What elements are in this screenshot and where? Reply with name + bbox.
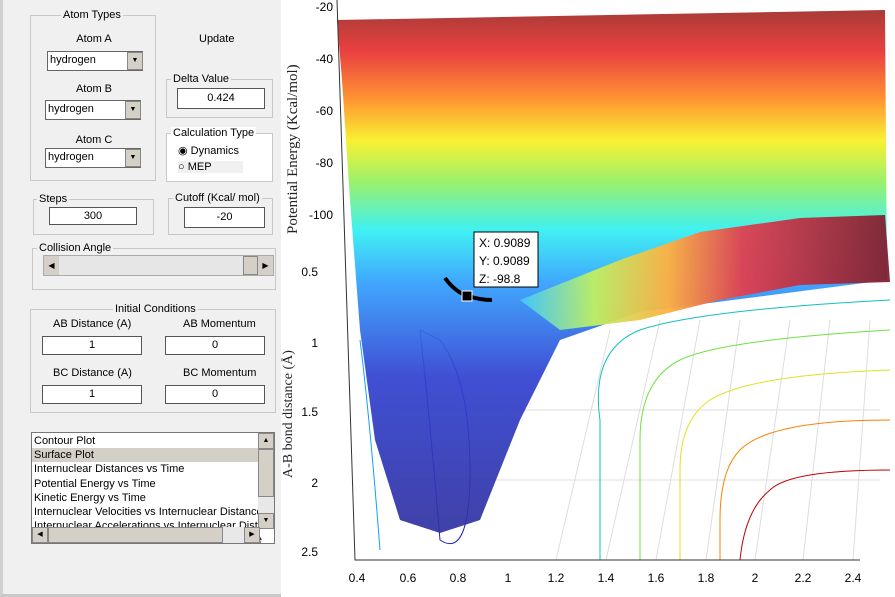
list-item[interactable]: Potential Energy vs Time: [32, 477, 260, 491]
tick-label: 0.5: [301, 265, 318, 279]
ab-distance-label: AB Distance (A): [53, 318, 132, 330]
bc-distance-label: BC Distance (A): [53, 367, 132, 379]
collision-angle-slider[interactable]: ◀ ▶: [43, 255, 274, 276]
initial-conditions-group: Initial Conditions AB Distance (A) AB Mo…: [30, 303, 276, 413]
radio-mep[interactable]: ○ MEP: [178, 161, 243, 173]
tick-label: -60: [316, 104, 334, 118]
atom-b-value: hydrogen: [48, 103, 94, 115]
radio-checked-icon: ◉: [178, 145, 188, 157]
collision-angle-title: Collision Angle: [37, 242, 114, 254]
tick-label: -80: [316, 156, 334, 170]
tick-label: 2.4: [845, 571, 862, 585]
plot-type-listbox[interactable]: Contour Plot Surface Plot Internuclear Dis…: [31, 432, 275, 544]
collision-angle-group: Collision Angle ◀ ▶: [32, 242, 276, 290]
tick-label: 0.6: [400, 571, 417, 585]
ab-momentum-input[interactable]: 0: [165, 336, 265, 355]
atom-a-select[interactable]: hydrogen ▼: [47, 51, 143, 71]
tick-label: 2.2: [795, 571, 812, 585]
y-axis-label: A-B bond distance (Å): [281, 350, 296, 478]
radio-dynamics-label: Dynamics: [190, 145, 239, 157]
surface-plot[interactable]: X: 0.9089 Y: 0.9089 Z: -98.8 -20 -40 -60 -8…: [281, 0, 895, 597]
tick-label: -20: [316, 0, 334, 14]
tick-label: 0.8: [450, 571, 467, 585]
z-axis-ticks: -20 -40 -60 -80 -100: [309, 0, 333, 222]
datatip-z: Z: -98.8: [479, 272, 521, 286]
datatip-marker[interactable]: [461, 290, 473, 302]
radio-dynamics[interactable]: ◉ Dynamics: [178, 144, 239, 157]
control-panel: Atom Types Atom A hydrogen ▼ Atom B hydro…: [0, 0, 281, 597]
chevron-down-icon: ▼: [127, 52, 143, 70]
tick-label: 2.5: [301, 545, 318, 559]
delta-value-group: Delta Value 0.424: [166, 73, 273, 118]
scroll-thumb[interactable]: [258, 449, 274, 497]
tick-label: 1.6: [648, 571, 665, 585]
bc-momentum-input[interactable]: 0: [165, 385, 265, 404]
atom-c-label: Atom C: [75, 134, 113, 146]
cutoff-input[interactable]: -20: [184, 207, 265, 228]
tick-label: -40: [316, 52, 334, 66]
datatip-x: X: 0.9089: [479, 236, 531, 250]
arrow-right-icon[interactable]: ▶: [244, 527, 260, 543]
arrow-up-icon[interactable]: ▲: [258, 433, 274, 449]
vertical-scrollbar[interactable]: ▲ ▼: [258, 433, 274, 529]
cutoff-title: Cutoff (Kcal/ mol): [173, 192, 262, 204]
chevron-down-icon: ▼: [125, 101, 141, 119]
tick-label: 1.4: [598, 571, 615, 585]
datatip[interactable]: X: 0.9089 Y: 0.9089 Z: -98.8: [473, 231, 539, 288]
atom-types-group: Atom Types Atom A hydrogen ▼ Atom B hydro…: [30, 9, 156, 181]
calculation-type-group: Calculation Type ◉ Dynamics ○ MEP: [166, 127, 273, 182]
radio-mep-label: MEP: [187, 161, 212, 173]
tick-label: 1: [311, 336, 318, 350]
list-item[interactable]: Contour Plot: [32, 434, 260, 448]
ab-distance-input[interactable]: 1: [42, 336, 142, 355]
arrow-left-icon[interactable]: ◀: [44, 256, 59, 275]
list-item[interactable]: Internuclear Velocities vs Internuclear …: [32, 505, 263, 519]
horizontal-scrollbar[interactable]: ◀ ▶: [32, 527, 260, 543]
tick-label: 0.4: [349, 571, 366, 585]
arrow-right-icon[interactable]: ▶: [258, 256, 273, 275]
bc-momentum-label: BC Momentum: [183, 367, 257, 379]
tick-label: 1.2: [548, 571, 565, 585]
radio-unchecked-icon: ○: [178, 161, 185, 173]
tick-label: 1.8: [698, 571, 715, 585]
list-item[interactable]: Surface Plot: [32, 448, 260, 463]
tick-label: 2: [752, 571, 759, 585]
update-button[interactable]: Update: [199, 33, 234, 45]
slider-thumb[interactable]: [243, 256, 258, 275]
atom-types-title: Atom Types: [61, 9, 123, 21]
datatip-y: Y: 0.9089: [479, 254, 530, 268]
atom-a-label: Atom A: [76, 33, 112, 45]
initial-conditions-title: Initial Conditions: [113, 303, 198, 315]
atom-c-select[interactable]: hydrogen ▼: [45, 148, 141, 168]
list-item[interactable]: Kinetic Energy vs Time: [32, 491, 260, 505]
delta-value-title: Delta Value: [171, 73, 232, 85]
delta-value-input[interactable]: 0.424: [177, 88, 265, 109]
atom-c-value: hydrogen: [48, 151, 94, 163]
atom-b-label: Atom B: [75, 83, 113, 95]
atom-b-select[interactable]: hydrogen ▼: [45, 100, 141, 120]
chevron-down-icon: ▼: [125, 149, 141, 167]
bc-distance-input[interactable]: 1: [42, 385, 142, 404]
tick-label: -100: [309, 208, 333, 222]
steps-title: Steps: [37, 193, 70, 205]
cutoff-group: Cutoff (Kcal/ mol) -20: [168, 192, 273, 235]
arrow-left-icon[interactable]: ◀: [32, 527, 48, 543]
tick-label: 2: [311, 476, 318, 490]
tick-label: 1: [505, 571, 512, 585]
y-axis-ticks: 0.5 1 1.5 2 2.5: [301, 265, 318, 559]
steps-input[interactable]: 300: [49, 207, 137, 225]
steps-group: Steps 300: [33, 193, 154, 235]
ab-momentum-label: AB Momentum: [183, 318, 256, 330]
arrow-down-icon[interactable]: ▼: [258, 513, 274, 529]
calculation-type-title: Calculation Type: [171, 127, 257, 139]
atom-a-value: hydrogen: [50, 54, 96, 66]
list-item[interactable]: Internuclear Distances vs Time: [32, 462, 260, 476]
z-axis-label: Potential Energy (Kcal/mol): [285, 64, 301, 234]
scroll-thumb[interactable]: [48, 527, 223, 543]
tick-label: 1.5: [301, 405, 318, 419]
x-axis-ticks: 0.4 0.6 0.8 1 1.2 1.4 1.6 1.8 2 2.2 2.4: [349, 571, 862, 585]
